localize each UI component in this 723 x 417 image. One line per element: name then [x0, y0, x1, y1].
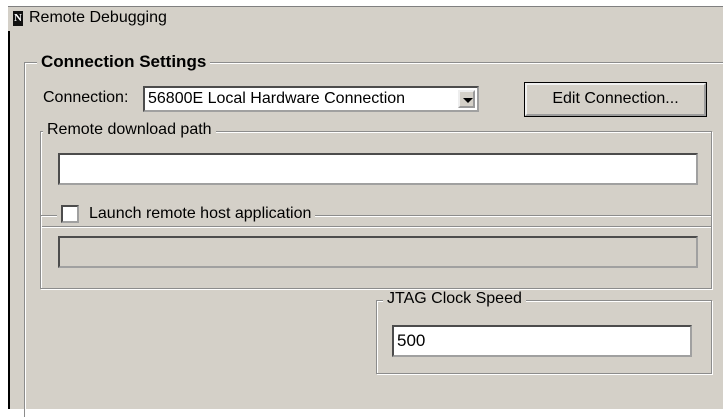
remote-download-path-input[interactable] [58, 153, 698, 185]
title-bar: N Remote Debugging [8, 6, 723, 32]
chevron-down-icon[interactable] [458, 90, 475, 108]
launch-remote-host-legend: Launch remote host application [57, 205, 316, 223]
window-title: Remote Debugging [29, 9, 167, 26]
launch-remote-host-label: Launch remote host application [89, 205, 312, 222]
jtag-clock-speed-legend: JTAG Clock Speed [383, 290, 526, 308]
remote-download-path-legend: Remote download path [43, 121, 216, 139]
settings-panel: Connection Settings Connection: 56800E L… [8, 31, 723, 417]
jtag-clock-speed-value: 500 [397, 331, 426, 350]
remote-host-application-input [58, 236, 698, 268]
jtag-clock-speed-input[interactable]: 500 [392, 325, 692, 357]
edit-connection-button[interactable]: Edit Connection... [524, 82, 707, 117]
app-icon: N [13, 11, 23, 26]
connection-label: Connection: [43, 89, 129, 106]
launch-remote-host-checkbox[interactable] [61, 205, 79, 223]
connection-settings-legend: Connection Settings [37, 52, 211, 72]
connection-select[interactable]: 56800E Local Hardware Connection [143, 86, 479, 112]
connection-value: 56800E Local Hardware Connection [148, 90, 406, 107]
